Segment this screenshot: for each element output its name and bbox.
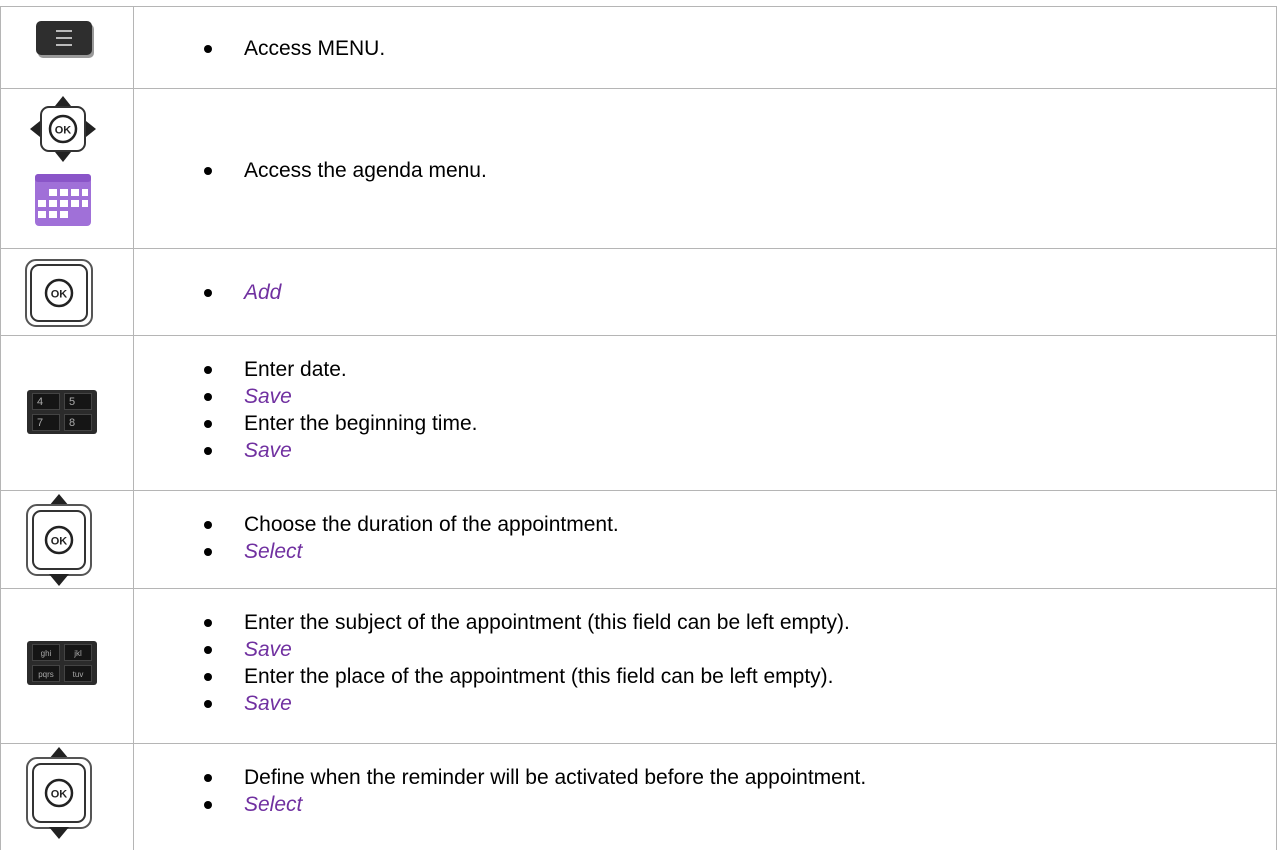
list-item: Add <box>204 279 281 306</box>
key-4: 4 <box>32 393 60 410</box>
icon-cell: OK <box>0 249 134 335</box>
table-row: OK Define when the reminder will be acti… <box>0 743 1277 850</box>
icon-cell: 4 5 7 8 <box>0 336 134 490</box>
list-item: Enter the subject of the appointment (th… <box>204 609 850 636</box>
text-cell: Add <box>134 249 1277 335</box>
navigator-up-down-icon: OK <box>26 494 92 586</box>
table-row: Access MENU. <box>0 6 1277 88</box>
list-item: Access the agenda menu. <box>204 157 487 184</box>
icon-cell: OK <box>0 744 134 850</box>
key-8: 8 <box>64 414 92 431</box>
svg-text:OK: OK <box>51 289 68 301</box>
text-cell: Choose the duration of the appointment. … <box>134 491 1277 588</box>
key-pqrs: pqrs <box>32 665 60 682</box>
list-item: Access MENU. <box>204 35 385 62</box>
alpha-keypad-icon: ghi jkl pqrs tuv <box>27 641 97 685</box>
list-item: Enter date. <box>204 356 477 383</box>
text-cell: Define when the reminder will be activat… <box>134 744 1277 850</box>
numeric-keypad-icon: 4 5 7 8 <box>27 390 97 434</box>
list-item: Save <box>204 636 850 663</box>
icon-cell <box>0 7 134 88</box>
key-7: 7 <box>32 414 60 431</box>
key-5: 5 <box>64 393 92 410</box>
menu-button-icon <box>36 21 94 58</box>
list-item: Save <box>204 690 850 717</box>
list-item: Save <box>204 383 477 410</box>
key-ghi: ghi <box>32 644 60 661</box>
list-item: Select <box>204 538 619 565</box>
table-row: OK Add <box>0 248 1277 335</box>
text-cell: Access the agenda menu. <box>134 89 1277 248</box>
svg-text:OK: OK <box>51 536 68 548</box>
navigator-up-down-icon: OK <box>26 747 92 839</box>
table-row: OK Access the agenda menu. <box>0 88 1277 248</box>
list-item: Enter the beginning time. <box>204 410 477 437</box>
table-row: OK Choose the duration of the appointmen… <box>0 490 1277 588</box>
list-item: Select <box>204 791 866 818</box>
navigator-four-way-icon: OK <box>30 96 96 162</box>
icon-cell: OK <box>0 89 134 248</box>
table-row: 4 5 7 8 Enter date. Save Enter the begin… <box>0 335 1277 490</box>
key-jkl: jkl <box>64 644 92 661</box>
text-cell: Enter the subject of the appointment (th… <box>134 589 1277 743</box>
table-row: ghi jkl pqrs tuv Enter the subject of th… <box>0 588 1277 743</box>
list-item: Save <box>204 437 477 464</box>
icon-cell: ghi jkl pqrs tuv <box>0 589 134 743</box>
list-item: Define when the reminder will be activat… <box>204 764 866 791</box>
ok-button-icon: OK <box>25 259 93 327</box>
calendar-icon <box>35 174 91 226</box>
icon-cell: OK <box>0 491 134 588</box>
list-item: Choose the duration of the appointment. <box>204 511 619 538</box>
text-cell: Enter date. Save Enter the beginning tim… <box>134 336 1277 490</box>
svg-text:OK: OK <box>55 125 72 137</box>
svg-text:OK: OK <box>51 789 68 801</box>
key-tuv: tuv <box>64 665 92 682</box>
text-cell: Access MENU. <box>134 7 1277 88</box>
list-item: Enter the place of the appointment (this… <box>204 663 850 690</box>
